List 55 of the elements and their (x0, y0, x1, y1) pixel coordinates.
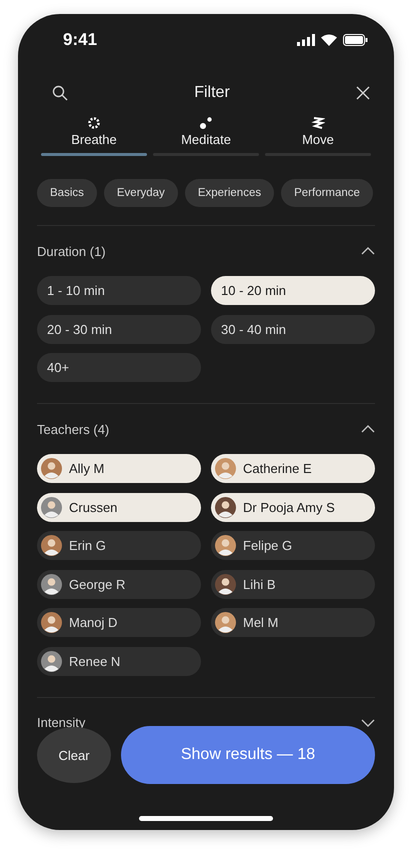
avatar-icon (215, 612, 236, 633)
teacher-chip[interactable]: Dr Pooja Amy S (211, 492, 375, 522)
category-chip[interactable]: Basics (37, 179, 97, 207)
category-tab[interactable]: Meditate (153, 116, 259, 158)
duration-chip[interactable]: 40+ (37, 353, 201, 382)
signal-icon (297, 34, 315, 46)
teacher-chip[interactable]: Ally M (37, 454, 201, 483)
teacher-chip[interactable]: Mel M (211, 608, 375, 637)
teacher-chip[interactable]: Lihi B (211, 570, 375, 598)
duration-chip[interactable]: 10 - 20 min (211, 276, 375, 305)
avatar-icon (41, 496, 62, 518)
wifi-icon (321, 34, 337, 46)
avatar-icon (41, 535, 62, 556)
teacher-chip[interactable]: Manoj D (37, 608, 201, 637)
avatar-icon (215, 496, 236, 518)
teacher-chip[interactable]: Erin G (37, 531, 201, 560)
search-button[interactable] (52, 85, 68, 101)
chevron-icon[interactable] (361, 718, 375, 726)
avatar-icon (215, 458, 236, 479)
category-chip[interactable]: Everyday (104, 179, 178, 207)
clear-button[interactable]: Clear (37, 727, 111, 783)
close-button[interactable] (356, 86, 370, 100)
chevron-icon[interactable] (361, 425, 375, 433)
screen-title: Filter (194, 84, 230, 102)
section-title: Duration (1) (37, 244, 106, 258)
avatar-icon (41, 574, 62, 594)
section-title: Teachers (4) (37, 422, 110, 436)
teacher-chip[interactable]: Catherine E (211, 454, 375, 483)
tab-label: Breathe (71, 132, 117, 147)
section-title: Intensity (37, 715, 86, 730)
avatar-icon (41, 612, 62, 633)
status-time: 9:41 (63, 30, 98, 50)
duration-chip[interactable]: 1 - 10 min (37, 276, 201, 305)
category-tab[interactable]: Breathe (41, 116, 147, 158)
teacher-chip[interactable]: George R (37, 570, 201, 598)
avatar-icon (215, 574, 236, 594)
waves-icon (311, 116, 325, 130)
battery-icon (343, 34, 368, 46)
dots-icon (199, 116, 213, 130)
category-chip[interactable]: Performance (281, 179, 373, 207)
avatar-icon (41, 650, 62, 672)
tab-label: Move (302, 132, 334, 147)
tab-label: Meditate (181, 132, 231, 147)
teacher-chip[interactable]: Renee N (37, 646, 201, 676)
chevron-icon[interactable] (361, 247, 375, 255)
category-chip[interactable]: Experiences (184, 179, 274, 207)
gear-icon (87, 116, 101, 130)
duration-chip[interactable]: 30 - 40 min (211, 314, 375, 344)
avatar-icon (215, 535, 236, 556)
show-results-button[interactable]: Show results — 18 (121, 726, 375, 784)
duration-chip[interactable]: 20 - 30 min (37, 314, 201, 344)
category-tab[interactable]: Move (265, 116, 371, 158)
avatar-icon (41, 458, 62, 479)
teacher-chip[interactable]: Felipe G (211, 531, 375, 560)
teacher-chip[interactable]: Crussen (37, 492, 201, 522)
